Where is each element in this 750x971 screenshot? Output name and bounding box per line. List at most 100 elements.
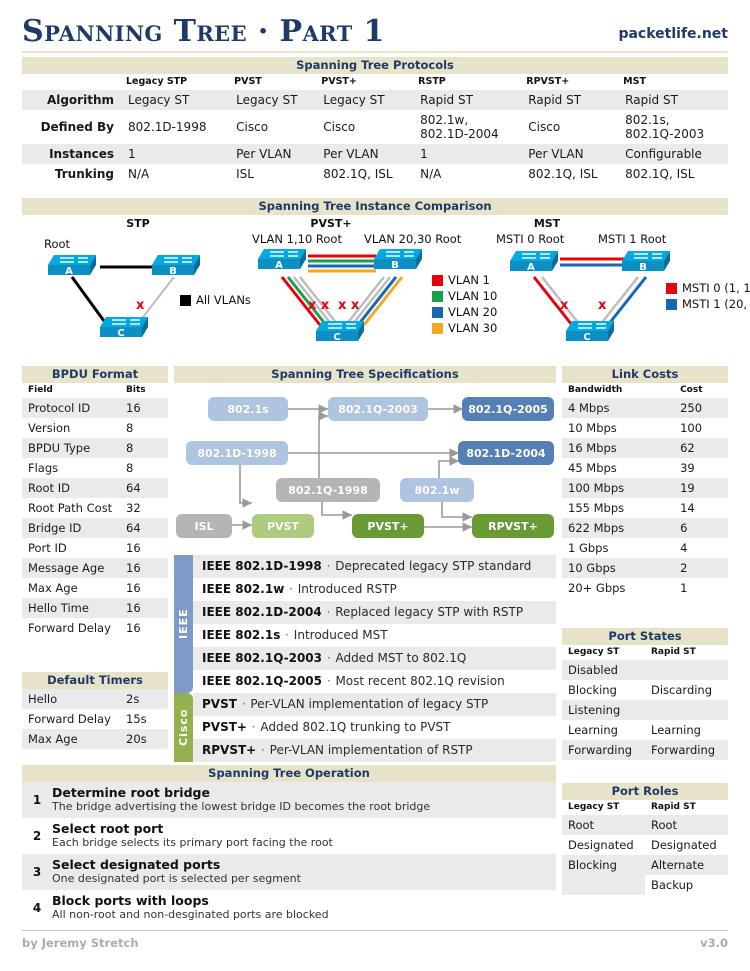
blocked-port-x: x [598,298,607,313]
table-row: Forwarding Forwarding [562,740,728,760]
flow-node-pvst-plus: PVST+ [352,514,424,538]
switch-icon: A [258,249,306,271]
table-cell: 16 Mbps [562,438,675,458]
blocked-port-x: x [136,298,145,313]
bpdu-heading: BPDU Format [22,366,168,383]
column-header: PVST+ [317,74,415,90]
legend-swatch [432,290,443,302]
switch-icon: B [374,249,422,271]
legend-label: VLAN 10 [448,289,498,303]
table-row: Hello 2s [22,689,168,709]
table-cell: 802.1w, 802.1D-2004 [420,113,499,141]
table-cell: Max Age [22,729,120,749]
legend-label: MSTI 1 (20, 30) [682,297,750,311]
switch-icon: A [48,255,96,277]
step-title: Select designated ports [52,857,221,872]
switch-icon: C [100,317,148,339]
state-legacy: Disabled [562,660,645,680]
specification-desc: Introduced MST [293,628,388,642]
table-cell: 32 [126,501,141,515]
specs-heading: Spanning Tree Specifications [174,366,556,383]
table-body: Disabled Blocking Discarding Listening Learn… [562,660,728,760]
table-cell: Configurable [619,144,728,164]
flow-node-802-1w: 802.1w [400,478,474,502]
column-header: RSTP [414,74,523,90]
specification-term: IEEE 802.1s [202,628,281,642]
table-cell: 2s [120,689,168,709]
table-cell: 64 [120,518,168,538]
stp-legend: All VLANs [180,293,251,309]
masthead: Spanning Tree · Part 1 packetlife.net [22,14,728,56]
table-row: Protocol ID 16 [22,398,168,418]
table-row: Root ID 64 [22,478,168,498]
page-title: Spanning Tree · Part 1 [22,14,385,49]
table-cell: 10 Mbps [568,421,617,435]
table-cell: Port ID [28,541,67,555]
port-roles-table: Legacy ST Rapid ST Root Root Designated Desi… [562,800,728,895]
state-rapid [645,700,728,720]
flow-node-802-1d-1998: 802.1D-1998 [186,441,288,465]
group-tab-ieee: IEEE [174,555,193,693]
switch-c: C [96,315,152,341]
switch-b: B [618,249,674,275]
separator-dot: · [322,605,335,619]
specification-term: IEEE 802.1D-2004 [202,605,322,619]
blocked-port-x: x [560,298,569,313]
table-cell: Forward Delay [28,621,111,635]
table-row: Trunking N/A ISL 802.1Q, ISL N/A 802.1Q, ISL 8… [22,164,728,184]
table-row: Bridge ID 64 [22,518,168,538]
table-row: Forward Delay 16 [22,618,168,638]
table-cell: Root Path Cost [28,501,113,515]
separator-dot: · [237,697,250,711]
table-cell: Cisco [323,120,356,134]
legend-item: MSTI 1 (20, 30) [666,297,750,311]
column-header: RPVST+ [522,74,620,90]
role-rapid: Alternate [645,855,728,875]
table-row: 16 Mbps 62 [562,438,728,458]
switch-c: C [312,319,368,345]
table-cell: Bridge ID [22,518,120,538]
timers-table: Hello 2s Forward Delay 15s Max Age 20s [22,689,168,749]
step-number: 1 [32,792,42,807]
separator-dot: · [322,559,335,573]
specification-term: PVST [202,697,237,711]
table-cell: 16 [120,398,168,418]
legend-item: VLAN 10 [432,289,497,303]
legend-label: VLAN 1 [448,273,490,287]
specification-term: PVST+ [202,720,247,734]
table-body: Hello 2s Forward Delay 15s Max Age 20s [22,689,168,749]
flow-node-pvst: PVST [252,514,314,538]
table-cell: ISL [236,167,254,181]
instance-diagrams: STP Root A B C x All VLANs PVST+ VLAN 1,… [22,215,750,359]
brand-link[interactable]: packetlife.net [618,26,728,42]
table-row: Forward Delay 15s [22,709,168,729]
specification-row: RPVST+ · Per-VLAN implementation of RSTP [193,739,556,762]
table-cell: Rapid ST [522,90,620,110]
column-header: PVST [230,74,318,90]
column-header: Rapid ST [645,800,728,815]
row-label: Algorithm [22,90,122,110]
table-cell: 4 [680,541,688,555]
table-cell: Rapid ST [414,90,523,110]
table-row: Learning Learning [562,720,728,740]
spanning-tree-specifications-panel: Spanning Tree Specifications 802.1s 802.… [174,366,556,762]
table-cell: Per VLAN [317,144,415,164]
table-body: 4 Mbps 250 10 Mbps 100 16 Mbps 62 45 Mbps 39 100… [562,398,728,598]
table-cell: 15s [126,712,147,726]
step-body: Select designated ports One designated po… [52,857,301,886]
table-cell: 8 [126,461,134,475]
table-cell: 1 [122,144,231,164]
diagram-pvst-plus: PVST+ VLAN 1,10 Root VLAN 20,30 Root A B… [242,215,504,359]
table-row: Listening [562,700,728,720]
role-legacy [562,875,645,895]
legend-item: MSTI 0 (1, 10) [666,281,750,295]
table-body: Root Root Designated Designated Blocking Alte… [562,815,728,895]
table-header-row: Field Bits [22,383,168,398]
blocked-port-x: x x [308,298,330,313]
column-header: Bits [120,383,168,398]
column-header: Bandwidth [562,383,675,398]
separator-dot: · [281,628,293,642]
switch-icon: C [316,321,364,343]
table-row: 155 Mbps 14 [562,498,728,518]
flow-node-802-1s: 802.1s [208,397,288,421]
